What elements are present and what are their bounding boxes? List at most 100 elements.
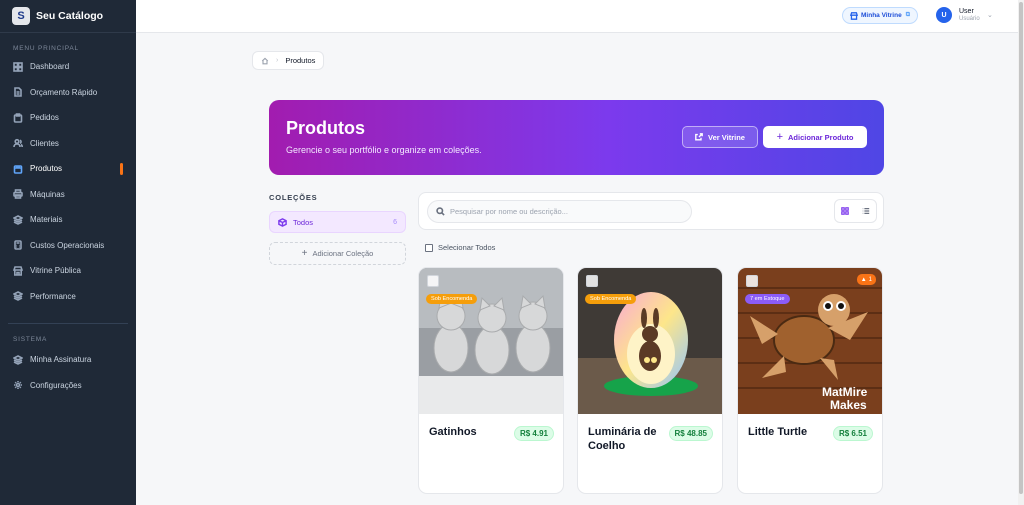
card-checkbox[interactable] bbox=[746, 275, 758, 287]
sidebar-item-vitrine[interactable]: Vitrine Pública bbox=[0, 258, 136, 284]
brand[interactable]: S Seu Catálogo bbox=[0, 0, 136, 33]
box-icon bbox=[13, 164, 23, 174]
ver-vitrine-label: Ver Vitrine bbox=[708, 132, 745, 142]
product-image-turtle: MatMire Makes bbox=[738, 268, 882, 414]
add-product-label: Adicionar Produto bbox=[788, 132, 854, 142]
card-checkbox[interactable] bbox=[427, 275, 439, 287]
product-name: Gatinhos bbox=[429, 426, 477, 438]
printer-icon bbox=[13, 189, 23, 200]
scrollbar[interactable] bbox=[1018, 0, 1024, 505]
breadcrumb-current: Produtos bbox=[285, 56, 316, 65]
sidebar-item-label: Clientes bbox=[30, 138, 59, 148]
sidebar-item-label: Minha Assinatura bbox=[30, 355, 92, 365]
sidebar-item-label: Performance bbox=[30, 291, 76, 301]
sidebar-item-orcamento[interactable]: Orçamento Rápido bbox=[0, 80, 136, 106]
product-price: R$ 48.85 bbox=[668, 426, 713, 441]
product-price: R$ 4.91 bbox=[513, 426, 554, 441]
dashboard-icon bbox=[13, 61, 23, 72]
storefront-icon bbox=[850, 11, 858, 20]
sidebar-item-produtos[interactable]: Produtos bbox=[0, 156, 136, 182]
sidebar-item-pedidos[interactable]: Pedidos bbox=[0, 105, 136, 131]
scrollbar-thumb[interactable] bbox=[1019, 2, 1023, 494]
featured-badge: ▲ 1 bbox=[856, 274, 876, 285]
gear-icon bbox=[13, 380, 23, 390]
collections-title: COLEÇÕES bbox=[269, 193, 318, 202]
section-label-system: SISTEMA bbox=[13, 336, 48, 343]
add-product-button[interactable]: + Adicionar Produto bbox=[763, 126, 867, 148]
search-icon bbox=[436, 207, 445, 216]
product-card[interactable]: MatMire Makes ▲ 1 7 em Estoque Little Tur… bbox=[737, 267, 883, 494]
sidebar-item-label: Dashboard bbox=[30, 62, 70, 72]
minha-vitrine-link[interactable]: Minha Vitrine ⧉ bbox=[842, 7, 918, 24]
sidebar: S Seu Catálogo MENU PRINCIPAL Dashboard … bbox=[0, 0, 136, 505]
page-subtitle: Gerencie o seu portfólio e organize em c… bbox=[286, 145, 482, 155]
view-toggle bbox=[834, 199, 877, 223]
select-all-label: Selecionar Todos bbox=[438, 243, 496, 252]
featured-count: 1 bbox=[868, 276, 872, 283]
logo-icon: S bbox=[12, 7, 30, 25]
add-collection-label: Adicionar Coleção bbox=[312, 249, 374, 258]
search-input[interactable]: Pesquisar por nome ou descrição... bbox=[427, 200, 692, 223]
sidebar-item-maquinas[interactable]: Máquinas bbox=[0, 182, 136, 208]
stock-badge: 7 em Estoque bbox=[745, 294, 790, 304]
watermark-text-line-1: MatMire bbox=[822, 385, 868, 399]
app-name: Seu Catálogo bbox=[36, 10, 104, 22]
search-placeholder: Pesquisar por nome ou descrição... bbox=[450, 207, 568, 216]
document-icon bbox=[13, 87, 23, 98]
chart-icon bbox=[13, 291, 23, 302]
sidebar-item-label: Configurações bbox=[30, 380, 82, 390]
storefront-icon bbox=[13, 265, 23, 276]
layers-icon bbox=[13, 354, 23, 365]
sidebar-item-performance[interactable]: Performance bbox=[0, 284, 136, 310]
external-link-icon: ⧉ bbox=[905, 12, 910, 18]
product-card[interactable]: Sob Encomenda Luminária de Coelho R$ 48.… bbox=[577, 267, 723, 494]
product-name: Luminária de Coelho bbox=[588, 426, 657, 452]
grid-icon bbox=[841, 207, 850, 215]
sidebar-item-custos[interactable]: Custos Operacionais bbox=[0, 233, 136, 259]
plus-icon: + bbox=[776, 131, 783, 143]
sidebar-item-label: Pedidos bbox=[30, 113, 59, 123]
sidebar-item-label: Orçamento Rápido bbox=[30, 87, 98, 97]
plus-icon: + bbox=[301, 248, 308, 259]
home-icon[interactable] bbox=[261, 57, 269, 65]
card-checkbox[interactable] bbox=[586, 275, 598, 287]
collection-item-todos[interactable]: Todos 6 bbox=[269, 211, 406, 233]
watermark-text-line-2: Makes bbox=[830, 398, 867, 412]
checkbox[interactable] bbox=[425, 243, 433, 252]
sidebar-item-clientes[interactable]: Clientes bbox=[0, 131, 136, 157]
box-icon bbox=[278, 217, 287, 227]
status-badge: Sob Encomenda bbox=[426, 294, 478, 304]
ver-vitrine-button[interactable]: Ver Vitrine bbox=[682, 126, 758, 148]
product-price: R$ 6.51 bbox=[832, 426, 873, 441]
select-all-checkbox[interactable]: Selecionar Todos bbox=[425, 243, 495, 252]
minha-vitrine-label: Minha Vitrine bbox=[861, 12, 902, 19]
product-image-cats bbox=[419, 268, 563, 414]
search-panel: Pesquisar por nome ou descrição... bbox=[418, 192, 884, 230]
external-link-icon bbox=[695, 133, 703, 141]
list-icon bbox=[862, 208, 869, 214]
chevron-down-icon[interactable]: ⌄ bbox=[987, 11, 993, 19]
hero-banner: Produtos Gerencie o seu portfólio e orga… bbox=[269, 100, 884, 175]
breadcrumb-separator: › bbox=[276, 57, 279, 64]
user-name[interactable]: User bbox=[959, 8, 974, 15]
grid-view-button[interactable] bbox=[835, 200, 856, 222]
breadcrumb: › Produtos bbox=[252, 51, 325, 70]
sidebar-item-dashboard[interactable]: Dashboard bbox=[0, 54, 136, 80]
sidebar-item-materiais[interactable]: Materiais bbox=[0, 207, 136, 233]
sidebar-item-configuracoes[interactable]: Configurações bbox=[0, 373, 136, 399]
clipboard-icon bbox=[13, 112, 23, 123]
topbar: Minha Vitrine ⧉ U User Usuário ⌄ bbox=[136, 0, 1018, 33]
collection-label: Todos bbox=[293, 217, 314, 227]
add-collection-button[interactable]: + Adicionar Coleção bbox=[269, 242, 406, 265]
sidebar-item-label: Custos Operacionais bbox=[30, 240, 105, 250]
sidebar-item-assinatura[interactable]: Minha Assinatura bbox=[0, 347, 136, 373]
active-indicator bbox=[120, 163, 123, 175]
section-label-main: MENU PRINCIPAL bbox=[13, 45, 79, 52]
user-role: Usuário bbox=[959, 16, 980, 22]
layers-icon bbox=[13, 214, 23, 225]
sidebar-item-label: Máquinas bbox=[30, 189, 65, 199]
avatar[interactable]: U bbox=[936, 7, 952, 23]
product-card[interactable]: Sob Encomenda Gatinhos R$ 4.91 bbox=[418, 267, 564, 494]
list-view-button[interactable] bbox=[856, 200, 877, 222]
sidebar-item-label: Materiais bbox=[30, 215, 63, 225]
